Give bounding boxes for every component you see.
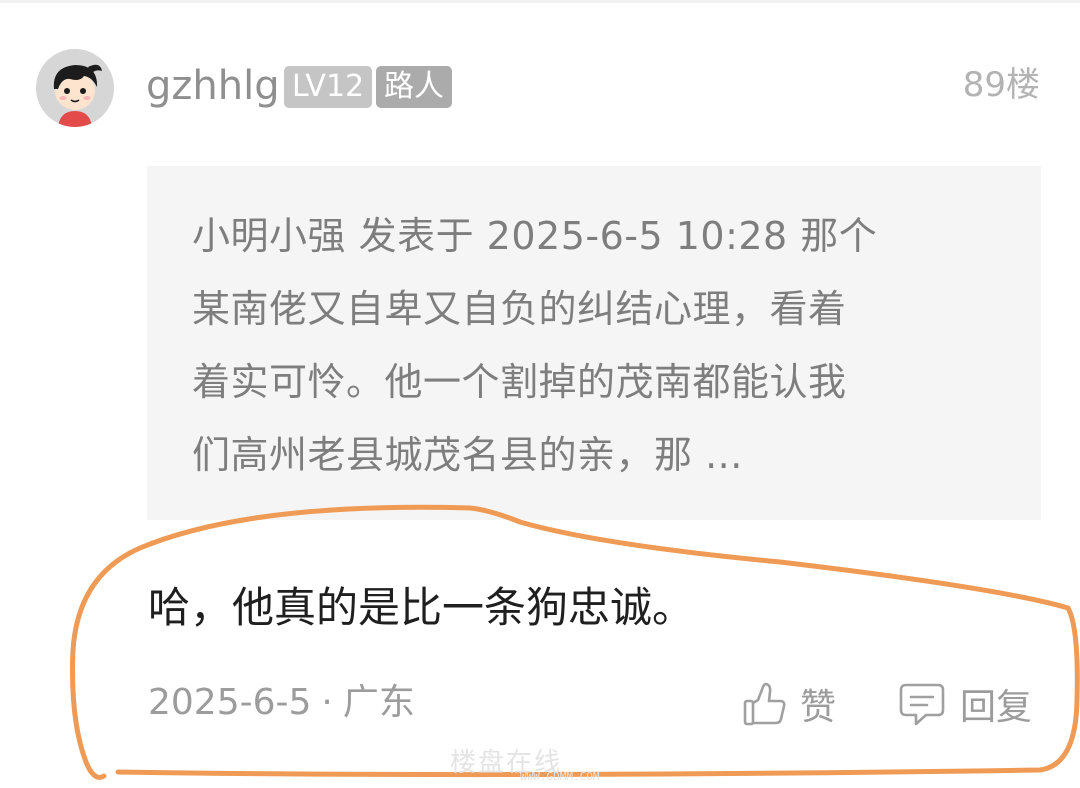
like-button[interactable]: 赞 (742, 678, 836, 730)
reply-date: 2025-6-5 (148, 682, 312, 723)
reply-meta: 2025-6-5 · 广东 (148, 679, 415, 727)
like-label: 赞 (800, 687, 837, 728)
meta-separator: · (321, 682, 333, 723)
quoted-post-text: 小明小强 发表于 2025-6-5 10:28 那个 某南佬又自卑又自负的纠结心… (192, 200, 1002, 492)
floor-number: 89楼 (962, 65, 1040, 105)
user-avatar[interactable] (36, 49, 114, 127)
top-divider (0, 0, 1080, 3)
quote-line: 们高州老县城茂名县的亲，那 ... (192, 433, 743, 477)
thumbs-up-icon (743, 682, 786, 726)
cartoon-boy-avatar-icon (36, 49, 114, 127)
reply-label: 回复 (960, 687, 1033, 728)
forum-reply-screen: gzhhlg LV12 路人 89楼 小明小强 发表于 2025-6-5 10:… (0, 0, 1080, 788)
quote-line: 小明小强 发表于 2025-6-5 10:28 那个 (192, 214, 878, 258)
role-badge: 路人 (376, 66, 452, 108)
reply-location: 广东 (342, 682, 415, 723)
site-watermark-url: WWW.GDMM.COM (520, 770, 600, 783)
reply-content: 哈，他真的是比一条狗忠诚。 (148, 583, 695, 632)
comment-icon (899, 683, 945, 726)
level-badge: LV12 (284, 66, 373, 108)
username[interactable]: gzhhlg (146, 60, 280, 112)
quote-line: 某南佬又自卑又自负的纠结心理，看着 (192, 287, 847, 331)
reply-button[interactable]: 回复 (898, 678, 1032, 730)
quote-line: 着实可怜。他一个割掉的茂南都能认我 (192, 360, 847, 404)
